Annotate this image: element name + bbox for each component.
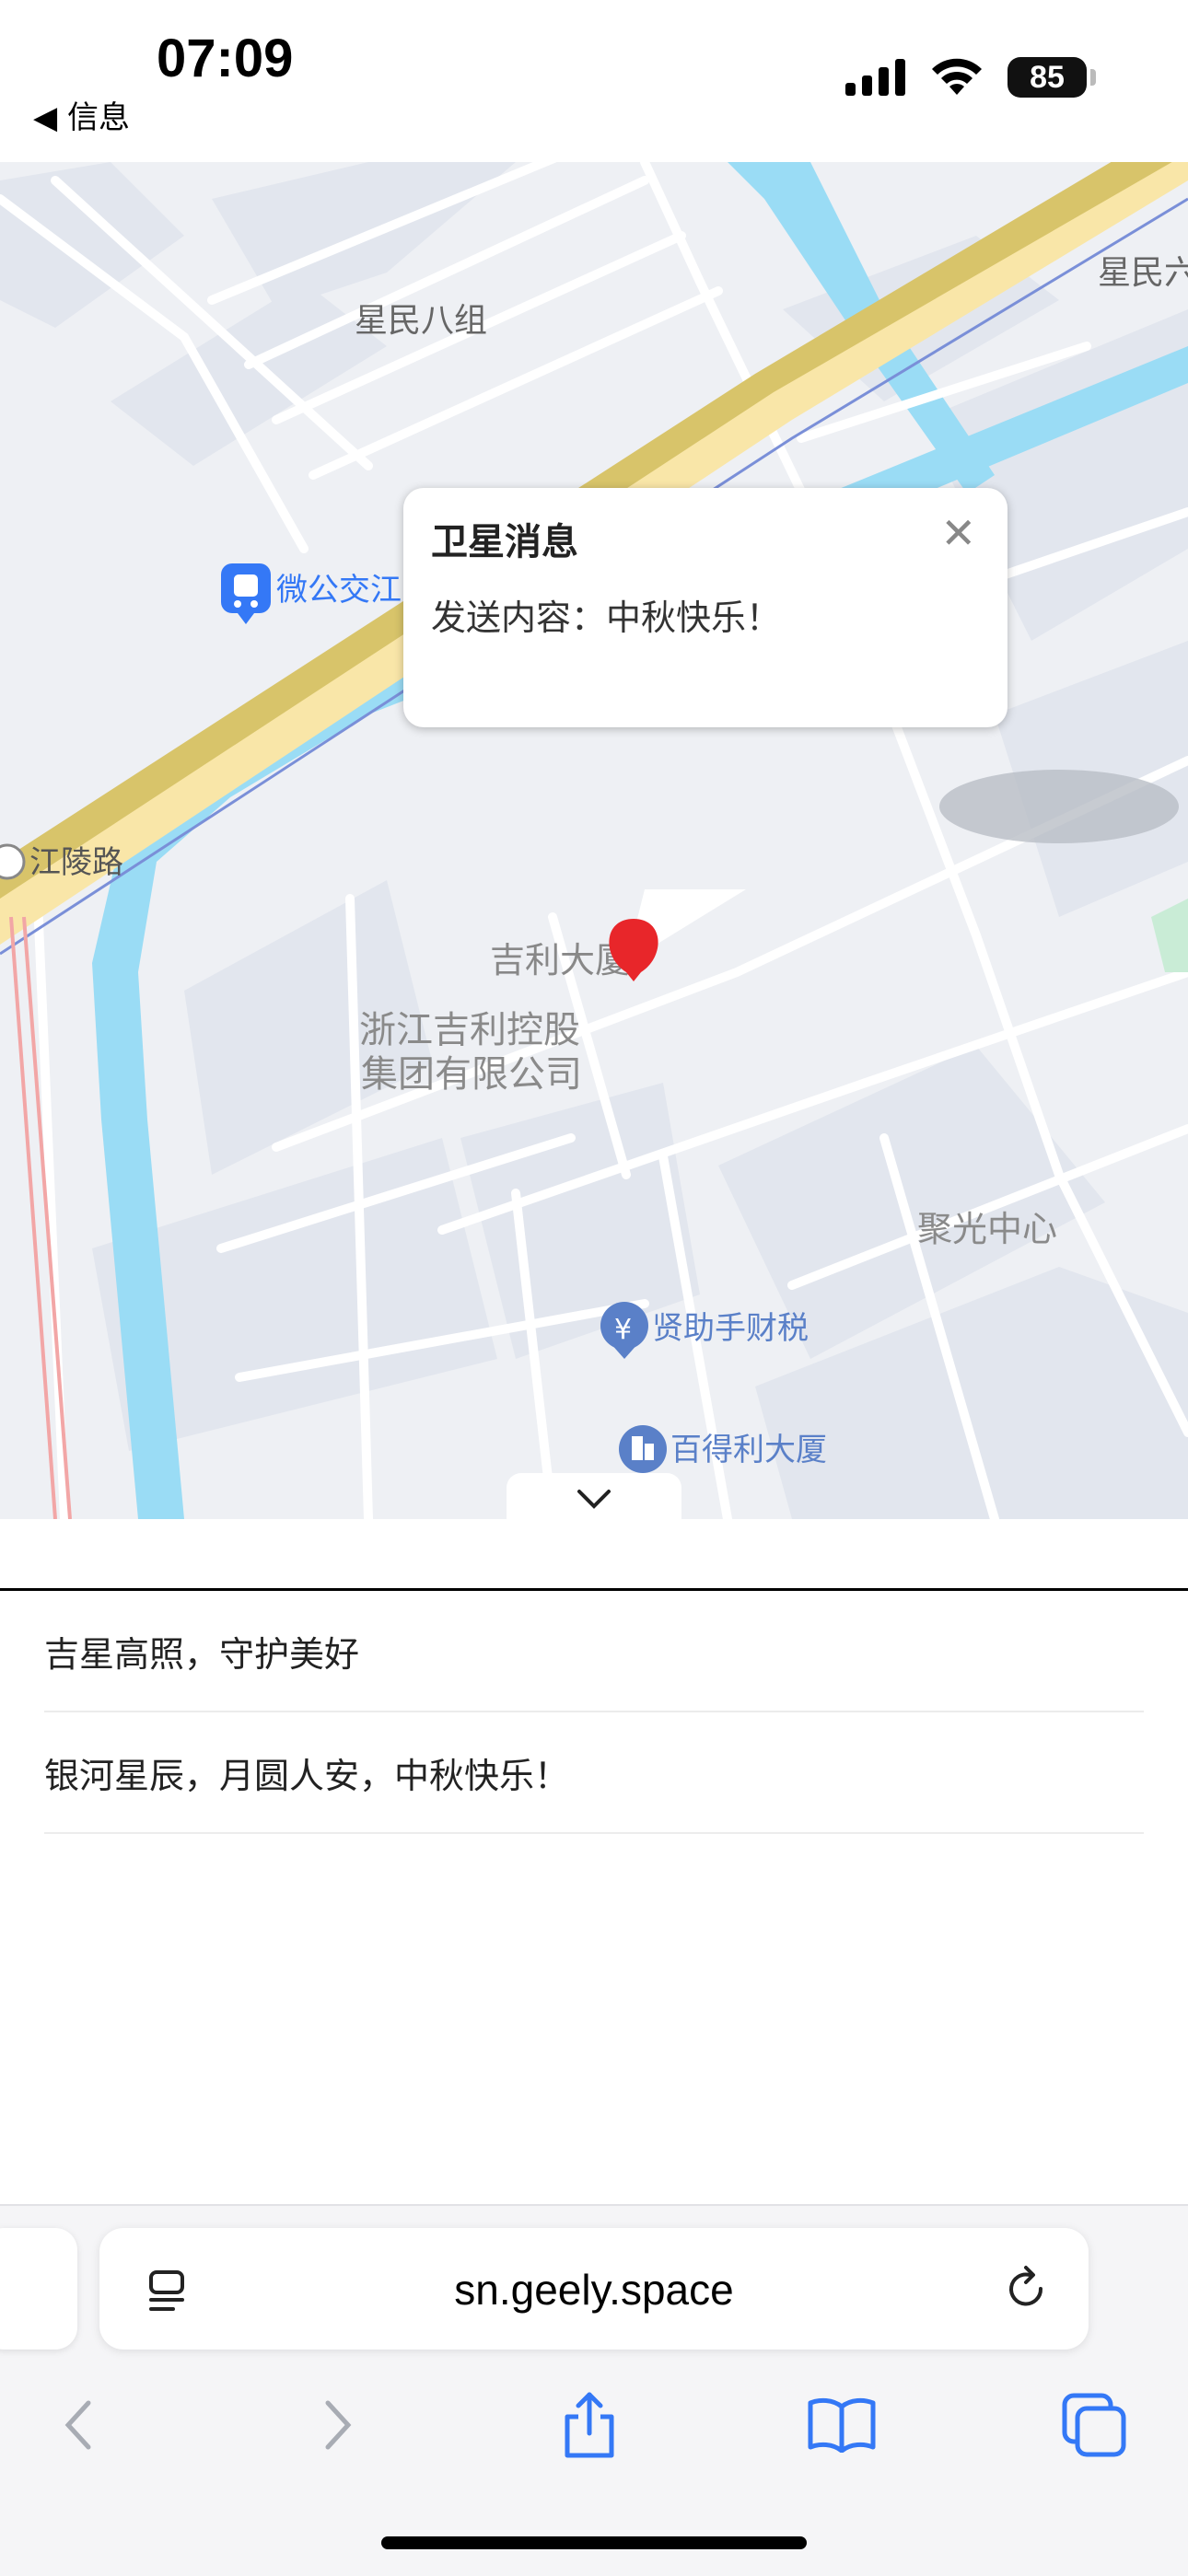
status-bar: 07:09 ◀ 信息 85 <box>0 0 1188 162</box>
list-item[interactable]: 银河星辰，月圆人安，中秋快乐！ <box>44 1712 1144 1834</box>
share-button[interactable] <box>553 2388 626 2462</box>
back-button[interactable] <box>42 2388 116 2462</box>
battery-icon: 85 <box>1007 57 1096 98</box>
building-poi-marker[interactable] <box>619 1425 667 1473</box>
home-indicator[interactable] <box>381 2536 807 2549</box>
reload-icon[interactable] <box>1000 2263 1052 2315</box>
wifi-icon <box>932 58 982 95</box>
satellite-message-popup: 卫星消息 ✕ 发送内容：中秋快乐！ <box>403 488 1009 893</box>
popup-content: 发送内容：中秋快乐！ <box>431 598 782 638</box>
svg-text:¥: ¥ <box>614 1314 632 1346</box>
tabs-icon <box>1062 2393 1126 2457</box>
map-label-geely-holding-1: 浙江吉利控股 <box>359 1009 580 1051</box>
previous-tab-preview[interactable] <box>0 2228 77 2350</box>
list-item[interactable]: 吉星高照，守护美好 <box>44 1591 1144 1712</box>
status-time: 07:09 <box>157 29 294 88</box>
share-icon <box>565 2392 614 2458</box>
map-label-geely-building: 吉利大厦 <box>490 940 630 981</box>
chevron-right-icon <box>325 2400 352 2450</box>
popup-box: 卫星消息 ✕ 发送内容：中秋快乐！ <box>403 488 1007 727</box>
forward-button[interactable] <box>300 2388 374 2462</box>
message-text: 银河星辰，月圆人安，中秋快乐！ <box>44 1755 570 1796</box>
popup-close-button[interactable]: ✕ <box>940 508 976 558</box>
map-label-geely-holding-2: 集团有限公司 <box>361 1053 582 1096</box>
status-icons: 85 <box>845 57 1096 98</box>
map-label-xingmin8: 星民八组 <box>355 302 487 340</box>
road-sign-icon <box>0 843 26 880</box>
back-to-messages-button[interactable]: ◀ 信息 <box>33 92 130 137</box>
bookmarks-button[interactable] <box>805 2388 879 2462</box>
map-label-xingmin-edge: 星民六 <box>1098 254 1188 292</box>
signal-icon <box>845 59 905 96</box>
map-label-jiangling-road: 江陵路 <box>29 844 123 881</box>
map-label-xianzhushou: 贤助手财税 <box>652 1310 809 1347</box>
book-icon <box>808 2397 876 2453</box>
message-text: 吉星高照，守护美好 <box>44 1633 360 1675</box>
tabs-button[interactable] <box>1057 2388 1131 2462</box>
map-label-juguang: 聚光中心 <box>917 1209 1057 1249</box>
url-text: sn.geely.space <box>454 2266 734 2314</box>
map-view[interactable]: 星民八组 星民六 微公交江陵站 江陵路 吉利大厦 浙江吉利控股 集团有限公司 聚… <box>0 162 1188 1519</box>
collapse-map-button[interactable] <box>507 1473 681 1525</box>
address-bar[interactable]: sn.geely.space <box>99 2228 1089 2350</box>
popup-title: 卫星消息 <box>431 521 578 563</box>
map-label-baideli: 百得利大厦 <box>670 1432 827 1468</box>
chevron-down-icon <box>577 1490 611 1509</box>
chevron-left-icon <box>64 2400 91 2450</box>
